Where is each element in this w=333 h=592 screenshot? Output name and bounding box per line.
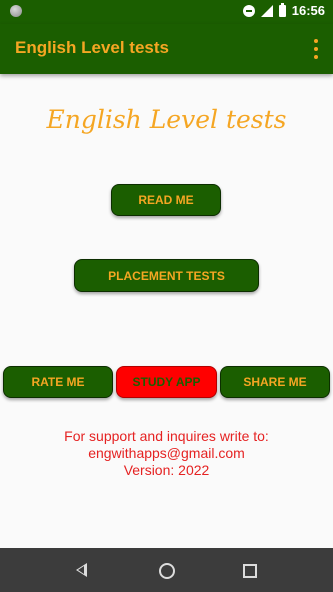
back-icon[interactable]	[76, 563, 87, 577]
read-me-button[interactable]: READ ME	[111, 184, 221, 216]
app-bar-title: English Level tests	[15, 38, 169, 57]
status-time: 16:56	[291, 3, 325, 18]
status-icons: 16:56	[242, 2, 325, 18]
share-me-button[interactable]: SHARE ME	[220, 366, 330, 398]
status-bar: 16:56	[0, 0, 333, 24]
placement-tests-button[interactable]: PLACEMENT TESTS	[74, 259, 259, 292]
support-email: engwithapps@gmail.com	[88, 445, 245, 461]
home-icon[interactable]	[159, 563, 175, 579]
navigation-bar	[0, 548, 333, 592]
overflow-menu-icon[interactable]	[313, 39, 319, 59]
signal-icon	[260, 4, 273, 17]
support-line: For support and inquires write to:	[64, 428, 269, 444]
battery-icon	[278, 2, 286, 17]
notification-icon	[10, 5, 22, 17]
recents-icon[interactable]	[243, 564, 257, 578]
rate-me-button[interactable]: RATE ME	[3, 366, 113, 398]
logo-title: English Level tests	[46, 105, 287, 134]
support-info: For support and inquires write to: engwi…	[0, 428, 333, 479]
version-text: Version: 2022	[123, 462, 210, 478]
app-bar: English Level tests	[0, 24, 333, 74]
do-not-disturb-icon	[242, 4, 255, 17]
study-app-button[interactable]: STUDY APP	[116, 366, 217, 398]
